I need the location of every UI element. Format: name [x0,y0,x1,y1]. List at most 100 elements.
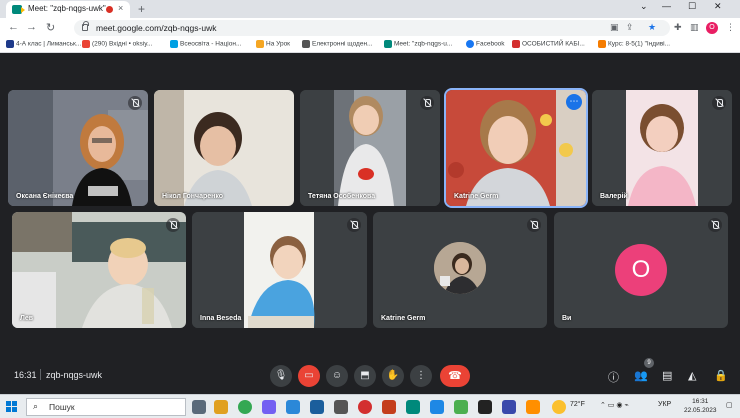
powerpoint-icon[interactable] [382,400,396,414]
input-language[interactable]: УКР [658,401,671,408]
end-call-button[interactable]: ☎ [440,365,470,387]
participant-tile[interactable]: Валерій [592,90,732,206]
participant-name: Katrine Germ [454,193,499,200]
participant-tile[interactable]: Katrine Germ [373,212,547,328]
back-icon[interactable]: ← [8,21,19,33]
browser-tab-meet[interactable]: Meet: "zqb-nqgs-uwk" × [6,1,130,18]
file-explorer-icon[interactable] [214,400,228,414]
app-icon[interactable] [334,400,348,414]
address-bar[interactable]: meet.google.com/zqb-nqgs-uwk ▣ ⇪ ★ [74,20,670,36]
bookmark-star-icon[interactable]: ★ [648,22,656,33]
microphone-button[interactable]: 🎙 [270,365,292,387]
muted-icon [712,96,726,110]
video-feed [154,90,294,206]
telegram-icon[interactable] [430,400,444,414]
system-time: 16:31 [692,398,709,405]
participant-more-options-button[interactable]: ⋯ [566,94,582,110]
close-window-button[interactable]: ✕ [714,1,722,12]
profile-avatar[interactable]: O [706,22,718,34]
meet-taskbar-icon[interactable] [406,400,420,414]
minimize-button[interactable]: — [662,1,671,11]
present-screen-button[interactable]: ⬒ [354,365,376,387]
weather-temp[interactable]: 72°F [570,401,585,408]
bookmark-label: (290) Вхідні • oksiy... [92,40,153,48]
bookmark-label: Електронні щоден... [312,40,373,48]
people-icon[interactable]: 👥 [634,369,648,382]
taskbar-search[interactable]: ⌕ Пошук [26,398,186,416]
maximize-button[interactable]: ☐ [688,1,696,12]
participant-tile[interactable]: Inna Beseda [192,212,367,328]
side-panel-icon[interactable]: ▥ [690,22,699,33]
lock-icon [82,21,89,31]
participant-name: Inna Beseda [200,315,242,322]
bookmark-label: Курс: 8-5(1) "Індиві... [608,40,671,48]
participant-tile[interactable]: Тетяна Особенкова [300,90,440,206]
course-icon [598,40,606,48]
tab-search-button[interactable]: ⌄ [640,1,648,12]
bookmark-label: Всеосвіта - Націон... [180,40,242,48]
menu-icon[interactable]: ⋮ [726,22,735,33]
bookmark-item[interactable]: На Урок [256,40,290,48]
naurok-icon [256,40,264,48]
share-icon[interactable]: ⇪ [626,22,634,33]
reactions-button[interactable]: ☺ [326,365,348,387]
viber-icon[interactable] [262,400,276,414]
system-clock[interactable]: 16:31 22.05.2023 [684,397,717,415]
url-text[interactable]: meet.google.com/zqb-nqgs-uwk [96,23,216,33]
opera-icon[interactable] [358,400,372,414]
word-icon[interactable] [310,400,324,414]
bookmark-item[interactable]: Курс: 8-5(1) "Індиві... [598,40,670,48]
vlc-icon[interactable] [526,400,540,414]
meeting-info-icon[interactable]: ⓘ [608,369,619,385]
bookmark-item[interactable]: Електронні щоден... [302,40,372,48]
self-avatar: O [615,244,667,296]
new-tab-button[interactable]: + [138,2,145,16]
host-controls-icon[interactable]: 🔒 [714,369,728,382]
tab-close-button[interactable]: × [118,3,123,13]
muted-icon [128,96,142,110]
edge-icon[interactable] [286,400,300,414]
bookmarks-bar: 4-А клас | Лиманськ... (290) Вхідні • ok… [0,38,740,53]
camera-permission-icon[interactable]: ▣ [610,22,619,33]
self-tile[interactable]: O Ви [554,212,728,328]
raise-hand-button[interactable]: ✋ [382,365,404,387]
notifications-icon[interactable]: ▢ [726,401,733,409]
participant-tile[interactable]: Нікол Гончаренко [154,90,294,206]
meet-stage: Оксана Єнікеєва Нікол Гончаренко Тетяна … [0,54,740,394]
more-options-button[interactable]: ⋮ [410,365,432,387]
bookmark-item[interactable]: 4-А клас | Лиманськ... [6,40,81,48]
bookmark-label: Facebook [476,40,505,48]
activities-icon[interactable]: ◭ [688,369,696,382]
browser-toolbar: ← → ↻ meet.google.com/zqb-nqgs-uwk ▣ ⇪ ★… [0,18,740,38]
participant-tile-active[interactable]: ⋯ Katrine Germ [444,88,588,208]
tab-title: Meet: "zqb-nqgs-uwk" [28,4,106,13]
reload-icon[interactable]: ↻ [46,21,55,34]
meet-icon [384,40,392,48]
participant-name: Katrine Germ [381,315,426,322]
bookmark-label: На Урок [266,40,291,48]
meeting-clock: 16:31 [14,370,37,380]
forward-icon[interactable]: → [26,21,37,33]
camera-off-button[interactable]: ▭ [298,365,320,387]
chat-icon[interactable]: ▤ [662,369,672,382]
app-icon[interactable] [478,400,492,414]
participant-tile[interactable]: Лев [12,212,186,328]
bookmark-item[interactable]: ОСОБИСТИЙ КАБІ... [512,40,585,48]
tray-icons[interactable]: ⌃ ▭ ◉ ⌁ [600,401,629,409]
app-icon[interactable] [454,400,468,414]
windows-start-icon[interactable] [6,401,18,413]
bookmark-item[interactable]: (290) Вхідні • oksiy... [82,40,152,48]
muted-icon [708,218,722,232]
bookmark-item[interactable]: Facebook [466,40,505,48]
app-icon[interactable] [502,400,516,414]
participant-tile[interactable]: Оксана Єнікеєва [8,90,148,206]
muted-icon [347,218,361,232]
cabinet-icon [512,40,520,48]
extensions-icon[interactable]: ✚ [674,22,682,33]
chrome-icon[interactable] [238,400,252,414]
bookmark-item[interactable]: Meet: "zqb-nqgs-u... [384,40,452,48]
video-feed [446,90,586,206]
search-icon: ⌕ [33,401,39,411]
task-view-icon[interactable] [192,400,206,414]
bookmark-item[interactable]: Всеосвіта - Націон... [170,40,241,48]
